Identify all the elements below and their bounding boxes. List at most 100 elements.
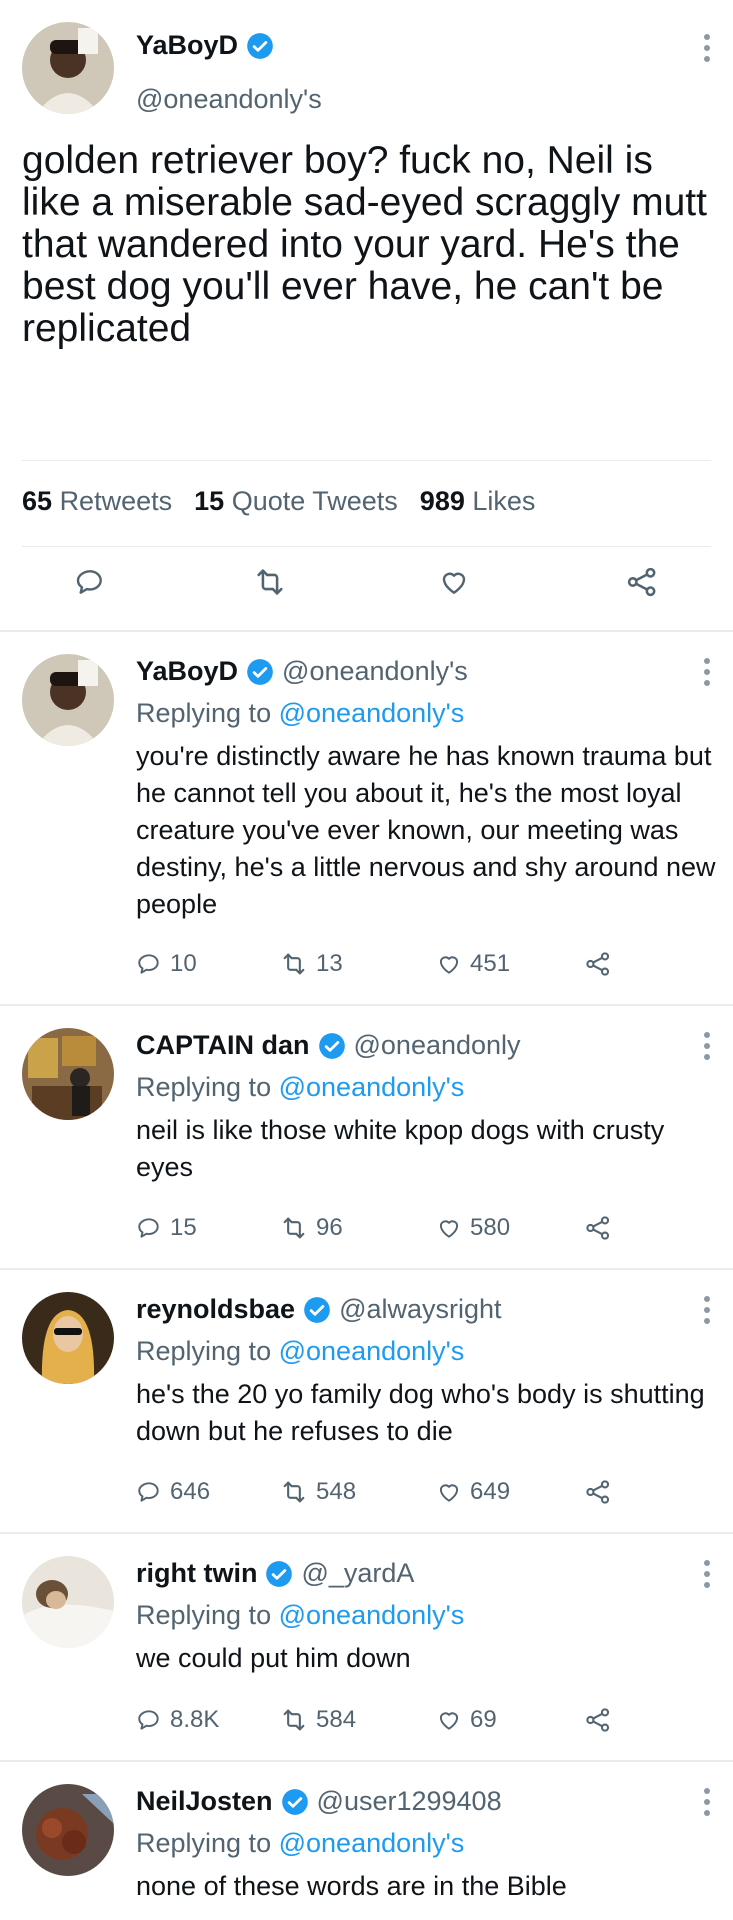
more-icon[interactable]	[701, 658, 713, 691]
retweet-icon	[283, 1481, 305, 1503]
avatar[interactable]	[22, 654, 114, 746]
verified-badge-icon	[318, 1032, 346, 1060]
like-button[interactable]: 580	[436, 1214, 510, 1242]
divider	[22, 546, 711, 547]
share-icon	[586, 952, 610, 976]
reply-text: neil is like those white kpop dogs with …	[136, 1115, 665, 1182]
reply-tweet[interactable]: YaBoyD @oneandonly's Replying to @oneand…	[0, 632, 733, 1004]
reply-text: we could put him down	[136, 1643, 411, 1673]
display-name[interactable]: YaBoyD	[136, 656, 238, 687]
more-icon[interactable]	[701, 1032, 713, 1065]
verified-badge-icon	[303, 1296, 331, 1324]
retweet-button[interactable]: 548	[280, 1478, 356, 1506]
share-button[interactable]	[584, 1706, 612, 1734]
avatar[interactable]	[22, 1292, 114, 1384]
share-icon	[586, 1708, 610, 1732]
retweets-count: 65	[22, 486, 53, 516]
share-icon[interactable]	[620, 560, 664, 604]
replying-prefix: Replying to	[136, 1336, 272, 1366]
reply-header: CAPTAIN dan @oneandonly	[136, 1030, 521, 1061]
retweet-count: 96	[316, 1214, 343, 1241]
share-button[interactable]	[584, 950, 612, 978]
handle[interactable]: @alwaysright	[339, 1294, 501, 1325]
replying-to-link[interactable]: @oneandonly's	[279, 1072, 465, 1102]
share-button[interactable]	[584, 1478, 612, 1506]
tweet-stats: 65 Retweets 15 Quote Tweets 989 Likes	[22, 486, 535, 517]
like-button[interactable]: 451	[436, 950, 510, 978]
heart-icon	[439, 1220, 459, 1238]
replying-prefix: Replying to	[136, 1600, 272, 1630]
retweets-label: Retweets	[59, 486, 173, 516]
avatar[interactable]	[22, 1028, 114, 1120]
reply-tweet[interactable]: reynoldsbae @alwaysright Replying to @on…	[0, 1270, 733, 1532]
handle[interactable]: @user1299408	[317, 1786, 502, 1817]
retweet-icon	[283, 1217, 305, 1239]
handle[interactable]: @_yardA	[301, 1558, 414, 1589]
reply-icon	[138, 1710, 159, 1730]
heart-icon[interactable]	[432, 560, 476, 604]
like-button[interactable]: 69	[436, 1706, 497, 1734]
reply-button[interactable]: 8.8K	[136, 1706, 219, 1734]
more-icon[interactable]	[701, 1788, 713, 1821]
handle[interactable]: @oneandonly's	[282, 656, 468, 687]
reply-header: reynoldsbae @alwaysright	[136, 1294, 502, 1325]
reply-header: NeilJosten @user1299408	[136, 1786, 502, 1817]
reply-button[interactable]: 15	[136, 1214, 197, 1242]
reply-count: 8.8K	[170, 1706, 220, 1733]
replying-to: Replying to @oneandonly's	[136, 698, 464, 729]
display-name[interactable]: YaBoyD	[136, 30, 238, 61]
share-icon	[586, 1480, 610, 1504]
reply-icon	[138, 1482, 159, 1502]
reply-text: you're distinctly aware he has known tra…	[136, 741, 716, 919]
retweet-count: 13	[316, 950, 343, 977]
reply-tweet[interactable]: right twin @_yardA Replying to @oneandon…	[0, 1534, 733, 1760]
like-button[interactable]: 649	[436, 1478, 510, 1506]
reply-tweet[interactable]: NeilJosten @user1299408 Replying to @one…	[0, 1762, 733, 1920]
like-count: 451	[470, 950, 511, 977]
retweet-icon[interactable]	[248, 560, 292, 604]
reply-header: right twin @_yardA	[136, 1558, 414, 1589]
share-button[interactable]	[584, 1214, 612, 1242]
avatar[interactable]	[22, 1784, 114, 1876]
display-name[interactable]: CAPTAIN dan	[136, 1030, 310, 1061]
likes-label: Likes	[472, 486, 536, 516]
retweet-button[interactable]: 584	[280, 1706, 356, 1734]
display-name-row[interactable]: YaBoyD	[136, 30, 274, 61]
handle[interactable]: @oneandonly's	[136, 84, 322, 115]
quotes-stat[interactable]: 15 Quote Tweets	[194, 486, 398, 517]
display-name[interactable]: NeilJosten	[136, 1786, 273, 1817]
reply-button[interactable]: 646	[136, 1478, 210, 1506]
verified-badge-icon	[246, 32, 274, 60]
divider	[22, 460, 711, 461]
replying-to: Replying to @oneandonly's	[136, 1336, 464, 1367]
more-icon[interactable]	[701, 1296, 713, 1329]
replying-prefix: Replying to	[136, 698, 272, 728]
reply-text: he's the 20 yo family dog who's body is …	[136, 1379, 705, 1446]
replying-to-link[interactable]: @oneandonly's	[279, 1336, 465, 1366]
retweet-button[interactable]: 13	[280, 950, 343, 978]
likes-stat[interactable]: 989 Likes	[420, 486, 536, 517]
share-icon	[586, 1216, 610, 1240]
replying-to-link[interactable]: @oneandonly's	[279, 1828, 465, 1858]
reply-count: 646	[170, 1478, 211, 1505]
reply-button[interactable]: 10	[136, 950, 197, 978]
more-icon[interactable]	[701, 1560, 713, 1593]
retweet-icon	[283, 953, 305, 975]
replying-to-link[interactable]: @oneandonly's	[279, 698, 465, 728]
more-icon[interactable]	[701, 34, 713, 67]
quotes-label: Quote Tweets	[231, 486, 398, 516]
display-name[interactable]: reynoldsbae	[136, 1294, 295, 1325]
replying-prefix: Replying to	[136, 1072, 272, 1102]
replying-to-link[interactable]: @oneandonly's	[279, 1600, 465, 1630]
retweets-stat[interactable]: 65 Retweets	[22, 486, 172, 517]
handle[interactable]: @oneandonly	[354, 1030, 521, 1061]
avatar[interactable]	[22, 22, 114, 114]
reply-icon[interactable]	[68, 560, 112, 604]
likes-count: 989	[419, 486, 465, 516]
main-tweet[interactable]: YaBoyD @oneandonly's golden retriever bo…	[0, 0, 733, 630]
reply-tweet[interactable]: CAPTAIN dan @oneandonly Replying to @one…	[0, 1006, 733, 1268]
retweet-count: 548	[316, 1478, 357, 1505]
retweet-button[interactable]: 96	[280, 1214, 343, 1242]
display-name[interactable]: right twin	[136, 1558, 257, 1589]
avatar[interactable]	[22, 1556, 114, 1648]
